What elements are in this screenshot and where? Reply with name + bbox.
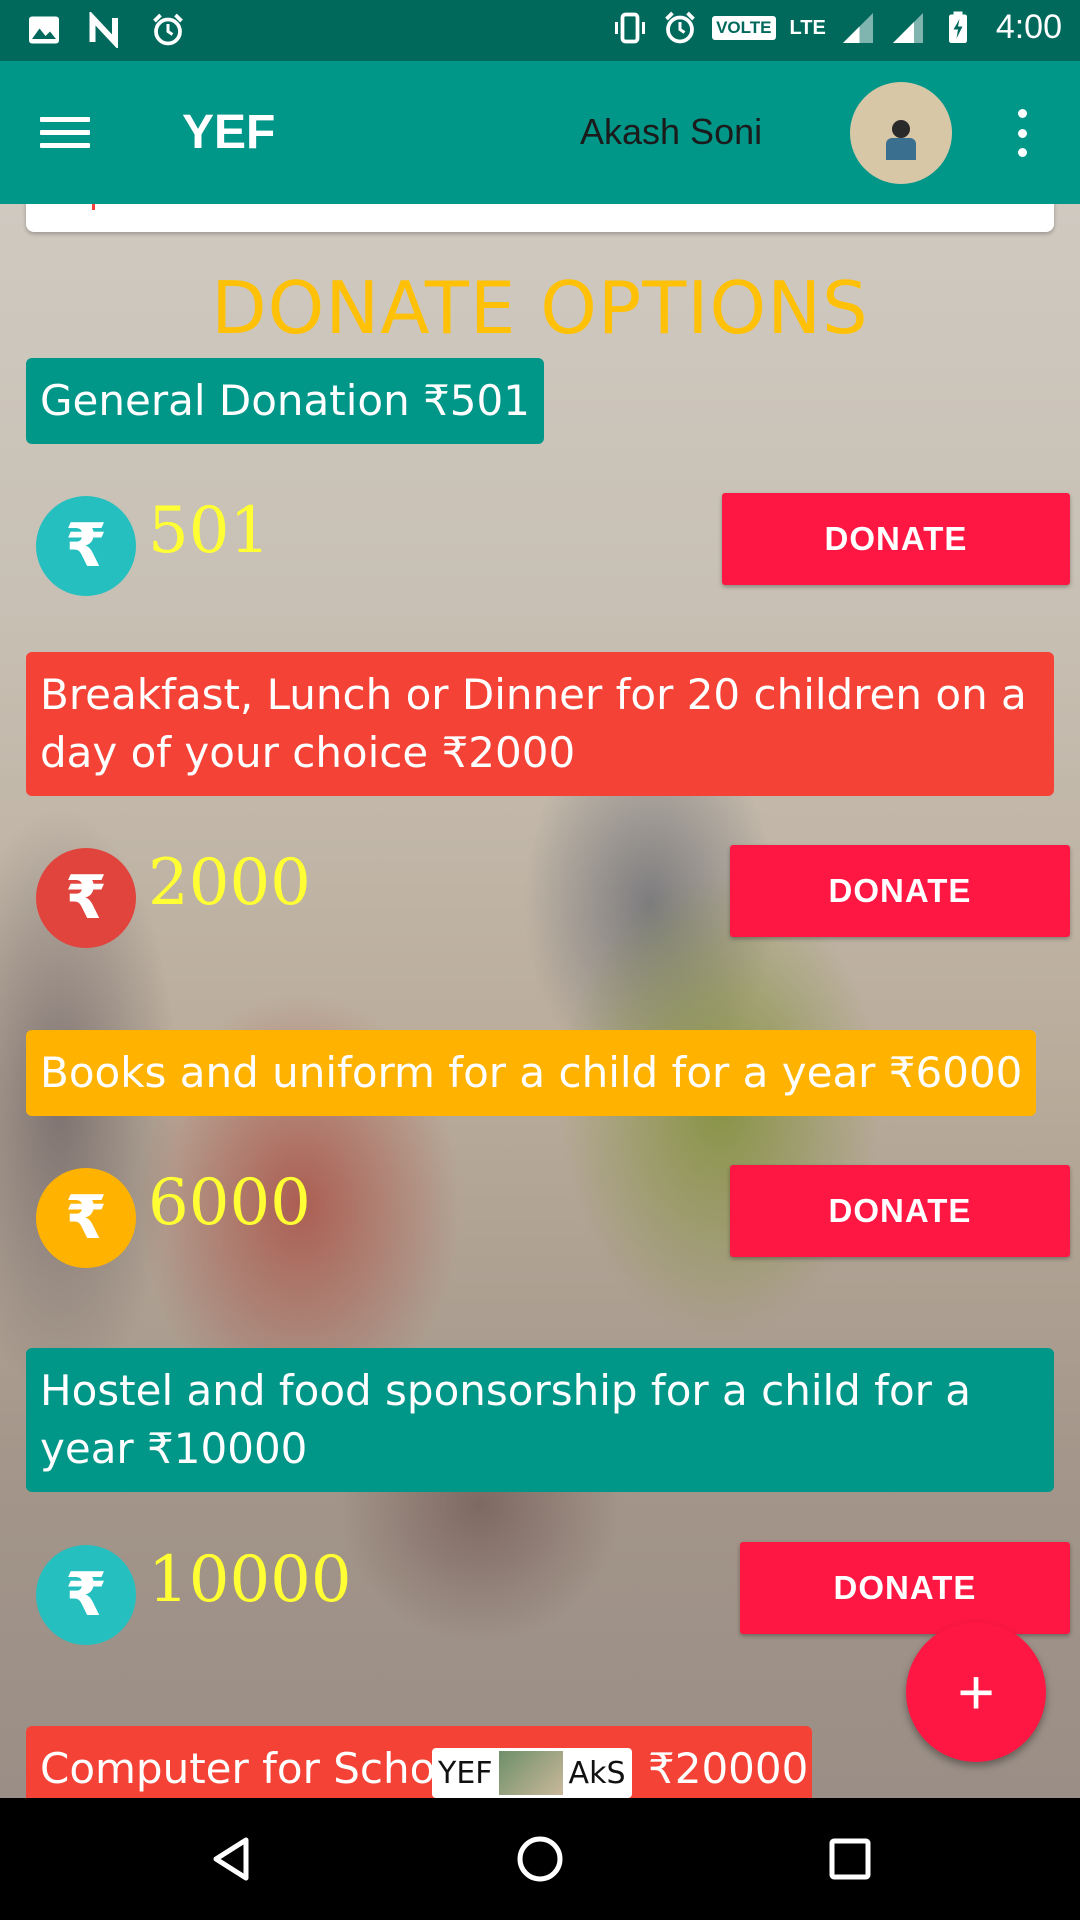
watermark-right: AkS — [568, 1755, 626, 1791]
option-label-books-uniform: Books and uniform for a child for a year… — [26, 1030, 1037, 1116]
menu-icon[interactable] — [40, 109, 100, 157]
user-name: Akash Soni — [580, 111, 763, 152]
battery-charging-icon — [948, 11, 967, 43]
option-amount: 2000 — [148, 846, 311, 920]
option-label-price: ₹20000 — [648, 1744, 809, 1793]
app-bar: YEF Akash Soni — [0, 61, 1080, 204]
lte-indicator: LTE — [789, 16, 826, 39]
option-label-general-donation: General Donation ₹501 — [26, 358, 544, 444]
watermark: YEF AkS — [432, 1748, 632, 1798]
more-vert-icon[interactable] — [1010, 109, 1034, 157]
watermark-photo — [498, 1751, 563, 1795]
home-icon[interactable] — [515, 1834, 565, 1884]
option-amount: 10000 — [148, 1543, 352, 1617]
section-title: DONATE OPTIONS — [211, 266, 869, 350]
watermark-left: YEF — [438, 1755, 493, 1791]
option-label-hostel-food: Hostel and food sponsorship for a child … — [26, 1348, 1054, 1492]
back-icon[interactable] — [206, 1834, 256, 1884]
add-fab-button[interactable]: + — [906, 1622, 1046, 1762]
option-label-computer: Computer for Schoo ₹20000 — [26, 1726, 812, 1798]
donate-button[interactable]: DONATE — [740, 1542, 1070, 1634]
signal-icon — [892, 12, 923, 43]
navigation-bar — [0, 1798, 1080, 1920]
avatar[interactable] — [850, 82, 952, 184]
alarm-icon — [153, 13, 183, 46]
rupee-icon: ₹ — [36, 848, 136, 948]
rupee-icon: ₹ — [36, 1545, 136, 1645]
donate-button[interactable]: DONATE — [730, 845, 1070, 937]
status-time: 4:00 — [995, 8, 1062, 46]
avatar-photo-head — [892, 120, 910, 138]
vibrate-icon — [615, 12, 646, 43]
donate-button[interactable]: DONATE — [730, 1165, 1070, 1257]
top-card — [26, 204, 1054, 232]
rupee-icon: ₹ — [36, 1168, 136, 1268]
donate-button[interactable]: DONATE — [722, 493, 1070, 585]
option-label-meals: Breakfast, Lunch or Dinner for 20 childr… — [26, 652, 1054, 796]
app-title: YEF — [182, 106, 276, 159]
status-bar: VOLTE LTE 4:00 — [0, 0, 1080, 61]
image-icon — [29, 16, 59, 44]
rupee-icon: ₹ — [36, 496, 136, 596]
option-label-text: Computer for Schoo — [40, 1744, 462, 1793]
recents-icon[interactable] — [825, 1834, 875, 1884]
option-amount: 6000 — [148, 1166, 311, 1240]
alarm-icon — [665, 11, 695, 43]
volte-badge: VOLTE — [712, 15, 776, 40]
donate-options-content[interactable]: DONATE OPTIONS General Donation ₹501 ₹ 5… — [0, 204, 1080, 1798]
signal-icon — [842, 12, 873, 43]
avatar-photo-body — [886, 138, 916, 160]
option-amount: 501 — [148, 494, 271, 568]
n-icon — [89, 12, 118, 48]
